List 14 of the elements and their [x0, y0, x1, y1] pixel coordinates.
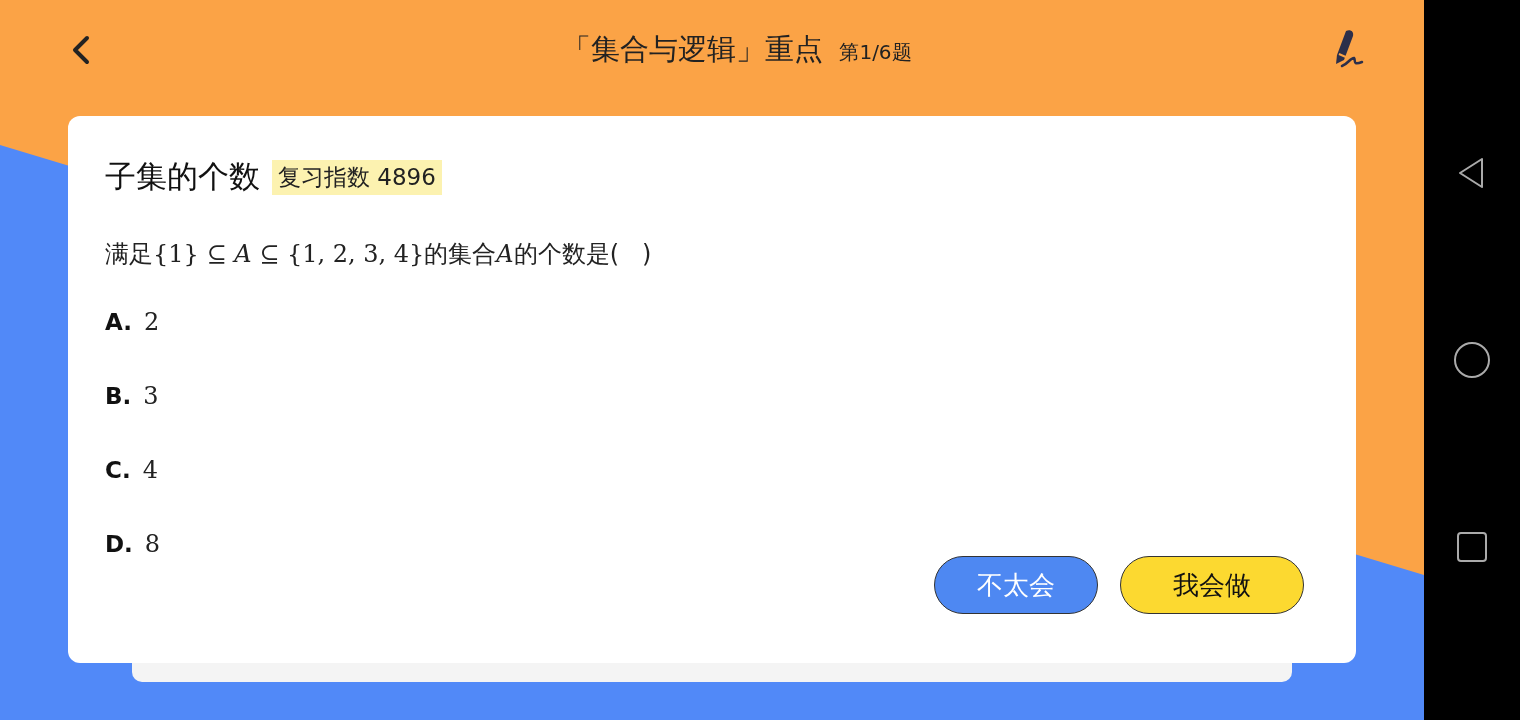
- option-letter: D.: [105, 531, 133, 557]
- option-letter: A.: [105, 309, 132, 335]
- option-value: 2: [143, 308, 160, 336]
- option-letter: B.: [105, 383, 132, 409]
- option-value: 8: [144, 530, 161, 558]
- option-value: 3: [143, 382, 159, 410]
- topic-title: 子集的个数: [105, 157, 260, 196]
- option-value: 4: [142, 456, 158, 484]
- review-index-tag: 复习指数 4896: [272, 159, 442, 195]
- question-text: 满足{1} ⊆ A ⊆ {1, 2, 3, 4}的集合A的个数是( ): [105, 239, 653, 270]
- home-icon[interactable]: [1452, 340, 1492, 380]
- page-title: 「集合与逻辑」重点: [562, 31, 824, 68]
- answer-button[interactable]: 我会做: [1120, 556, 1304, 614]
- option-letter: C.: [105, 457, 131, 483]
